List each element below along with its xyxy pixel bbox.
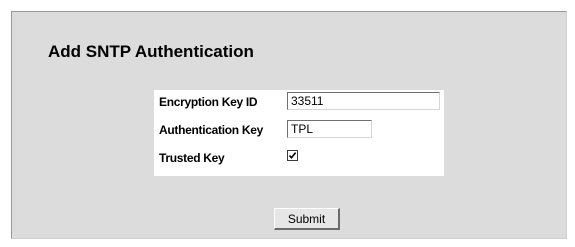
trusted-key-checkbox[interactable] — [287, 150, 298, 161]
submit-button[interactable]: Submit — [274, 208, 340, 230]
authentication-key-label: Authentication Key — [159, 123, 263, 137]
encryption-key-id-label: Encryption Key ID — [159, 95, 258, 109]
authentication-key-input[interactable]: TPL — [287, 120, 372, 138]
encryption-key-id-row: Encryption Key ID 33511 — [154, 92, 444, 112]
trusted-key-label: Trusted Key — [159, 151, 225, 165]
page-title: Add SNTP Authentication — [48, 42, 254, 61]
checkmark-icon — [288, 152, 297, 160]
encryption-key-id-input[interactable]: 33511 — [287, 92, 440, 110]
sntp-auth-form: Encryption Key ID 33511 Authentication K… — [154, 90, 444, 176]
trusted-key-row: Trusted Key — [154, 148, 444, 168]
authentication-key-row: Authentication Key TPL — [154, 120, 444, 140]
content-panel: Add SNTP Authentication Encryption Key I… — [11, 11, 567, 239]
